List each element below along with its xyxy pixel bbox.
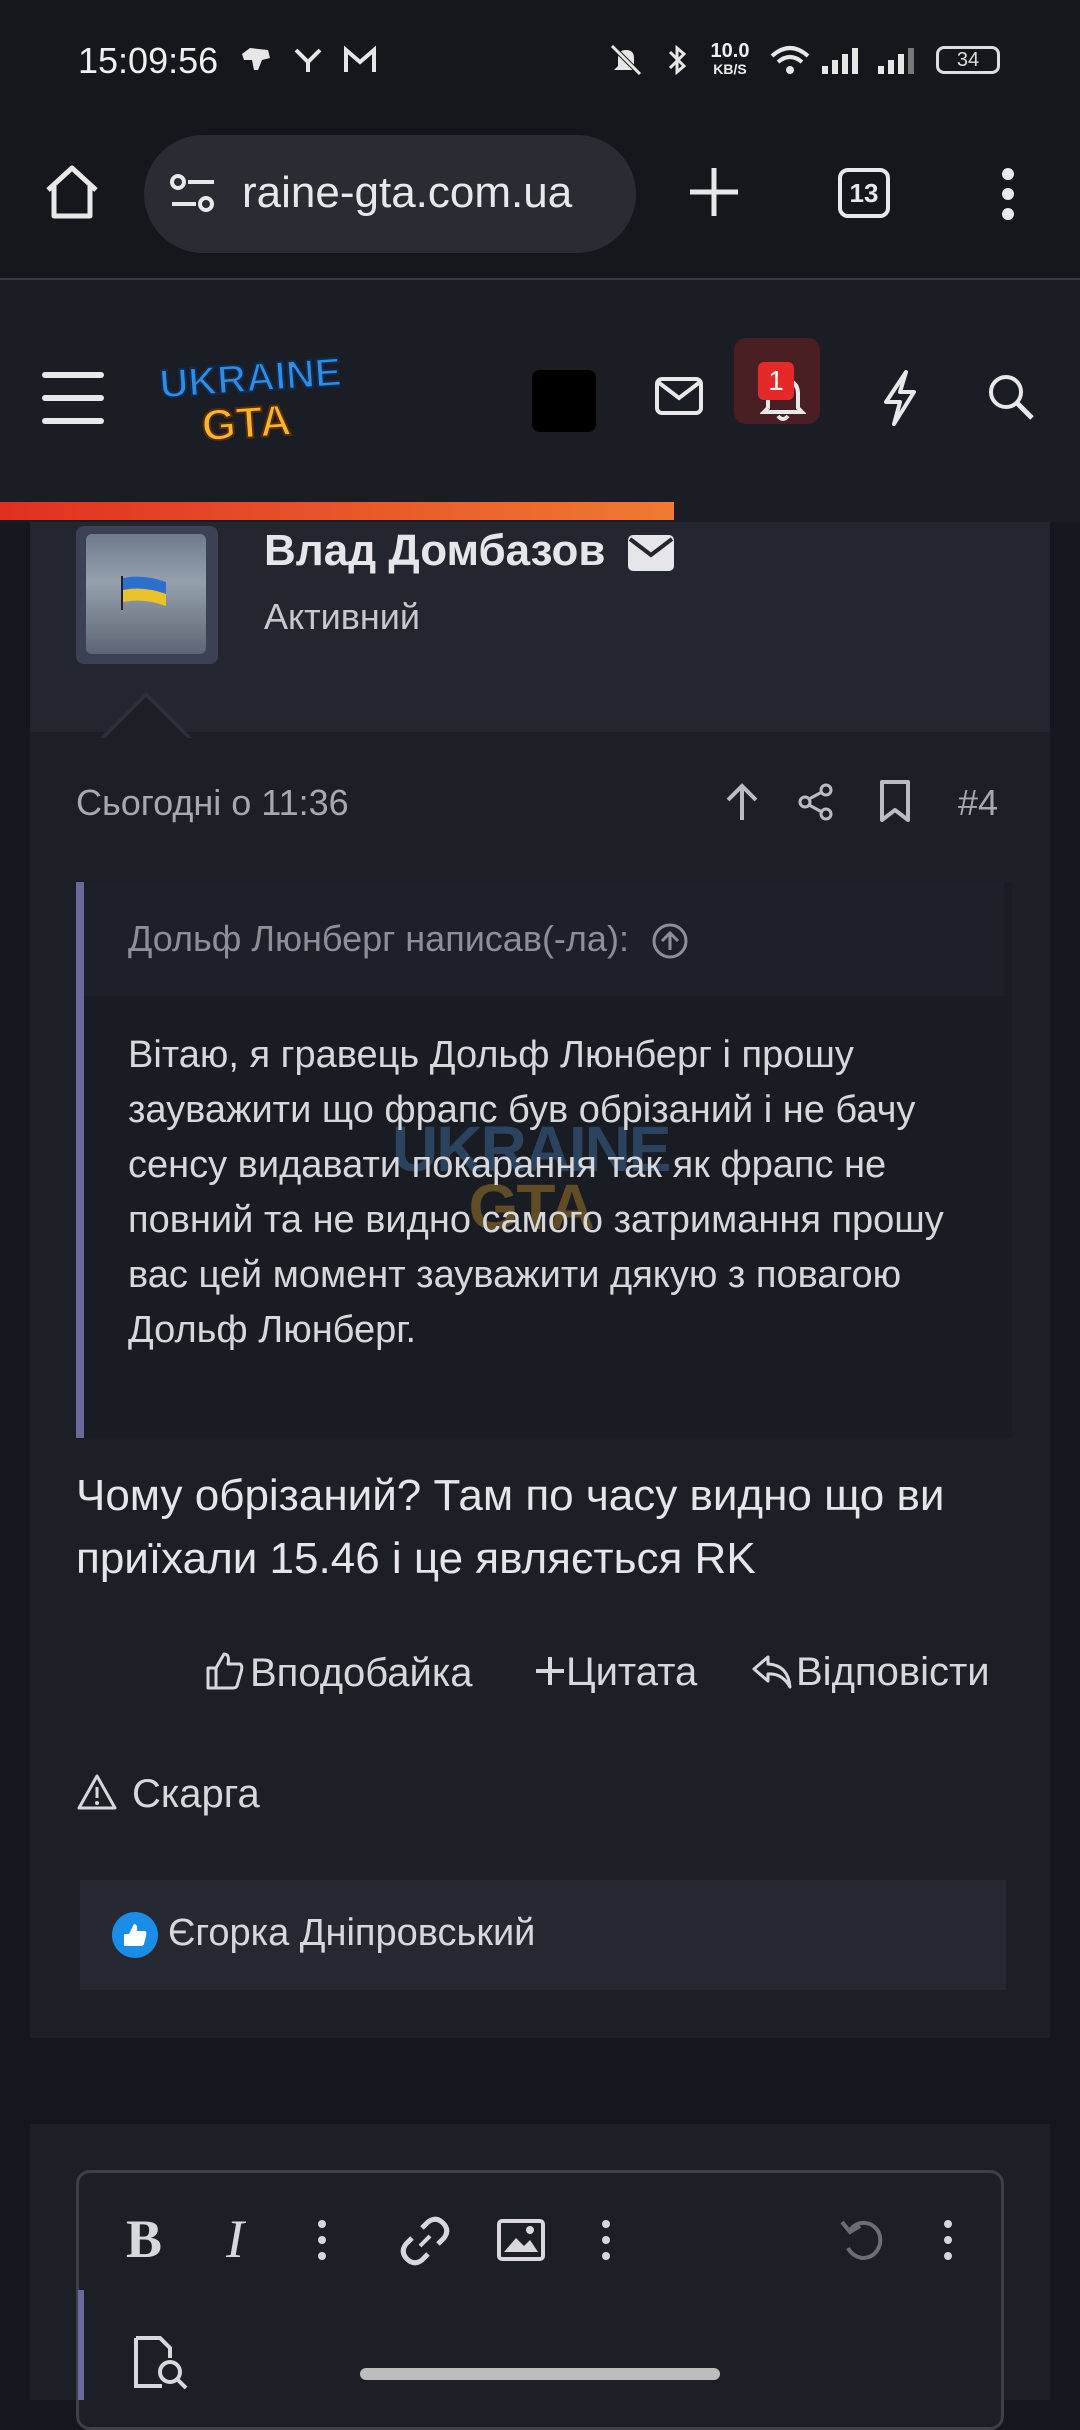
- browser-menu-icon[interactable]: [996, 166, 1020, 222]
- editor-accent-line: [78, 2290, 84, 2400]
- new-tab-icon[interactable]: [686, 164, 742, 220]
- post-number[interactable]: #4: [958, 782, 998, 824]
- notification-count-badge: 1: [758, 362, 794, 400]
- user-title: Активний: [264, 596, 420, 637]
- more-insert-options-icon[interactable]: [600, 2218, 612, 2262]
- report-button[interactable]: Скарга: [76, 1772, 260, 1817]
- like-button[interactable]: Вподобайка: [206, 1650, 473, 1696]
- home-icon[interactable]: [40, 160, 104, 224]
- italic-button[interactable]: I: [226, 2208, 244, 2270]
- wifi-icon: [768, 44, 812, 76]
- preview-icon[interactable]: [132, 2334, 192, 2390]
- post-username[interactable]: Влад Домбазов: [264, 526, 674, 576]
- arrow-up-icon[interactable]: [722, 780, 762, 824]
- site-logo[interactable]: UKRAINE GTA: [154, 348, 340, 448]
- mute-bell-icon: [608, 44, 644, 76]
- messages-icon[interactable]: [654, 376, 704, 416]
- notification-app-icon: [238, 44, 274, 76]
- bold-button[interactable]: B: [126, 2208, 162, 2270]
- more-editor-options-icon[interactable]: [942, 2218, 954, 2262]
- gesture-navigation-bar[interactable]: [360, 2368, 720, 2380]
- thumbs-up-icon: [206, 1650, 244, 1690]
- reaction-user[interactable]: Єгорка Дніпровський: [168, 1912, 535, 1955]
- svg-text:GTA: GTA: [200, 396, 293, 448]
- bookmark-icon[interactable]: [878, 780, 912, 822]
- flag-image: [120, 576, 168, 610]
- reply-icon: [752, 1653, 792, 1689]
- signal-icon-2: [876, 44, 922, 76]
- quote-author[interactable]: Дольф Люнберг написав(-ла):: [128, 918, 689, 960]
- share-icon[interactable]: [796, 782, 836, 822]
- whats-new-icon[interactable]: [880, 370, 920, 426]
- battery-indicator: 34: [936, 46, 1000, 74]
- hamburger-menu-icon[interactable]: [40, 368, 106, 428]
- post-date[interactable]: Сьогодні о 11:36: [76, 782, 349, 824]
- page-load-progress: [0, 502, 674, 520]
- warning-icon: [76, 1773, 118, 1811]
- gmail-icon: [342, 44, 378, 76]
- envelope-icon[interactable]: [627, 535, 674, 572]
- reply-editor[interactable]: [76, 2170, 1004, 2430]
- undo-icon[interactable]: [838, 2214, 888, 2264]
- link-icon[interactable]: [398, 2214, 452, 2268]
- image-icon[interactable]: [496, 2218, 546, 2262]
- plus-icon: [534, 1655, 566, 1687]
- like-reaction-icon: [112, 1912, 158, 1958]
- network-speed: 10.0 KB/S: [710, 40, 750, 77]
- signal-icon-1: [820, 44, 866, 76]
- user-bar-pointer-inner: [104, 697, 188, 739]
- url-text[interactable]: raine-gta.com.ua: [242, 168, 572, 218]
- quote-text: Вітаю, я гравець Дольф Люнберг і прошу з…: [128, 1034, 944, 1351]
- bluetooth-icon: [660, 44, 696, 76]
- more-text-options-icon[interactable]: [316, 2218, 328, 2262]
- status-time: 15:09:56: [78, 40, 219, 81]
- status-bar: 15:09:56 10.0 KB/S 34: [0, 0, 1080, 120]
- reply-button[interactable]: Відповісти: [752, 1650, 990, 1695]
- quote-button[interactable]: Цитата: [534, 1650, 697, 1695]
- post-avatar[interactable]: [86, 534, 206, 654]
- user-avatar-header[interactable]: [532, 370, 596, 432]
- jump-to-quote-icon[interactable]: [651, 922, 689, 960]
- search-icon[interactable]: [986, 372, 1036, 422]
- fork-icon: [290, 44, 326, 76]
- site-settings-icon[interactable]: [168, 172, 218, 216]
- tab-switcher-button[interactable]: 13: [838, 168, 890, 218]
- post-body: Чому обрізаний? Там по часу видно що ви …: [76, 1471, 945, 1583]
